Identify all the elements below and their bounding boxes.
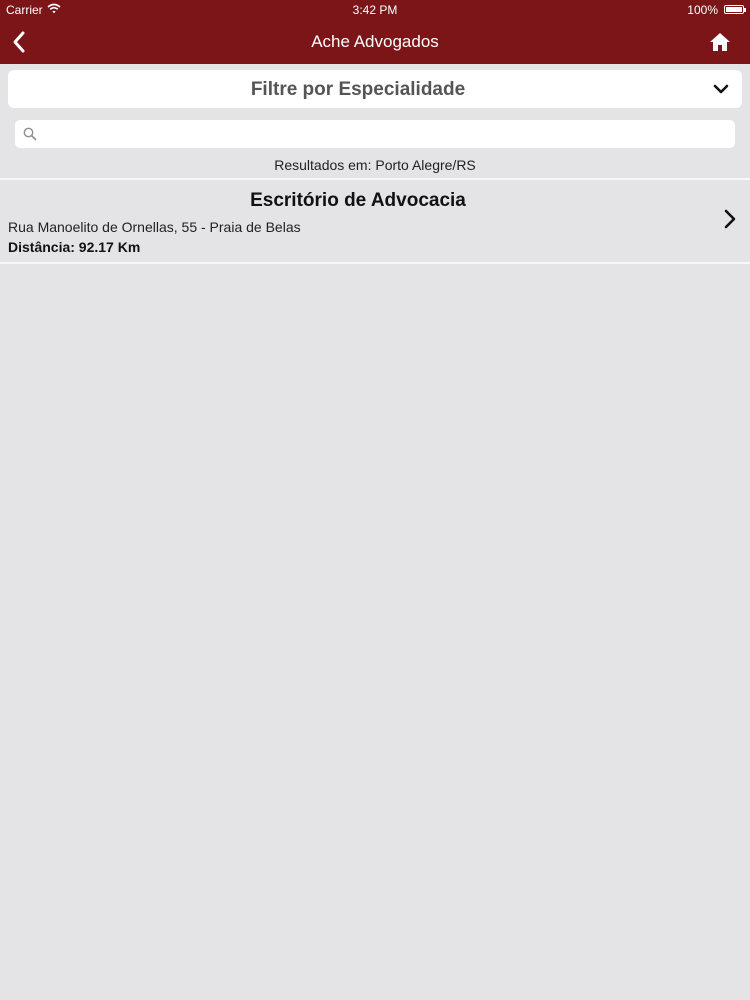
office-address: Rua Manoelito de Ornellas, 55 - Praia de… <box>8 219 301 235</box>
battery-icon <box>724 5 746 14</box>
office-distance: Distância: 92.17 Km <box>8 239 141 255</box>
results-location-label: Resultados em: Porto Alegre/RS <box>274 157 476 173</box>
filter-label: Filtre por Especialidade <box>250 79 466 100</box>
page-title: Ache Advogados <box>311 32 439 51</box>
home-icon <box>710 33 730 51</box>
clock: 3:42 PM <box>352 3 398 17</box>
search-input[interactable] <box>43 123 727 147</box>
list-item[interactable]: Escritório de Advocacia Rua Manoelito de… <box>0 181 750 262</box>
search-icon <box>23 127 37 141</box>
chevron-right-icon <box>724 209 736 229</box>
navigation-bar: Ache Advogados <box>0 20 750 64</box>
search-bar <box>15 120 735 148</box>
divider <box>0 262 750 264</box>
status-bar: Carrier 3:42 PM 100% <box>0 0 750 20</box>
battery-percent: 100% <box>687 3 718 17</box>
chevron-down-icon <box>712 81 730 97</box>
divider <box>0 178 750 180</box>
specialty-filter-dropdown[interactable]: Filtre por Especialidade <box>8 70 742 108</box>
home-button[interactable] <box>708 30 732 54</box>
office-name: Escritório de Advocacia <box>250 190 466 211</box>
